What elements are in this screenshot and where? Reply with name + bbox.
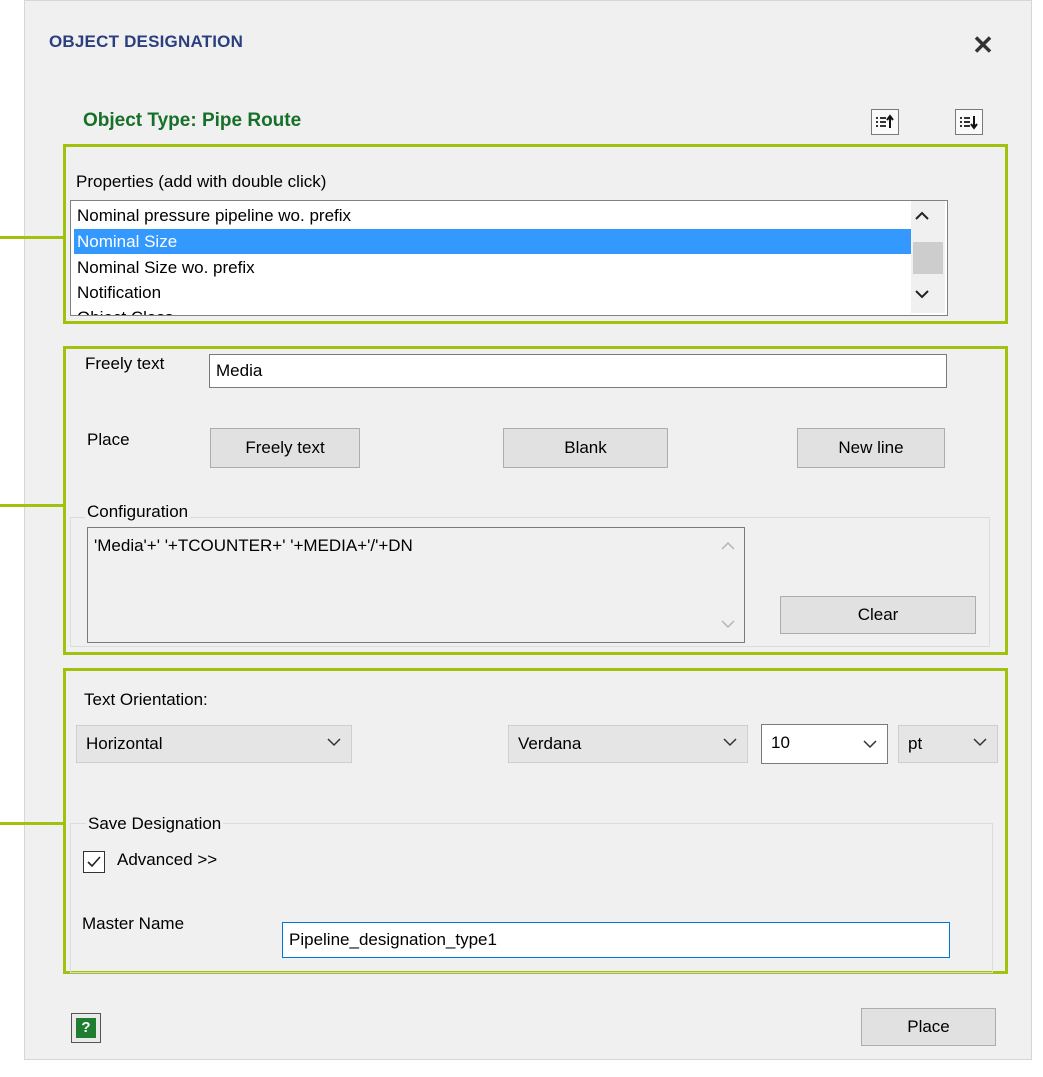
sort-down-button[interactable] [955, 109, 983, 135]
config-scroll-down-icon[interactable] [721, 618, 735, 632]
sort-ascending-icon [876, 114, 894, 128]
chevron-down-icon [327, 738, 341, 747]
list-item[interactable]: Object Class [74, 305, 913, 315]
help-button[interactable]: ? [71, 1013, 101, 1043]
checkmark-icon [87, 856, 101, 868]
configuration-label: Configuration [85, 502, 191, 522]
callout-line-3 [0, 822, 63, 825]
chevron-down-icon [973, 738, 987, 747]
freely-text-input[interactable]: Media [209, 354, 947, 388]
place-label: Place [87, 430, 130, 449]
chevron-down-icon [863, 740, 877, 749]
font-select[interactable]: Verdana [508, 725, 748, 763]
font-select-value: Verdana [518, 734, 582, 753]
properties-label: Properties (add with double click) [76, 172, 327, 191]
list-item[interactable]: Nominal pressure pipeline wo. prefix [74, 203, 913, 228]
place-new-line-button[interactable]: New line [797, 428, 945, 468]
close-icon[interactable]: ✕ [966, 30, 1000, 60]
place-button[interactable]: Place [861, 1008, 996, 1046]
master-name-input[interactable]: Pipeline_designation_type1 [282, 922, 950, 958]
scrollbar-thumb[interactable] [913, 242, 943, 274]
freely-text-label: Freely text [85, 354, 165, 373]
font-size-select[interactable]: 10 [761, 724, 888, 764]
sort-descending-icon [960, 116, 978, 130]
sort-up-button[interactable] [871, 109, 899, 135]
advanced-label[interactable]: Advanced >> [117, 850, 217, 870]
list-item-selected[interactable]: Nominal Size [74, 229, 913, 254]
place-blank-button[interactable]: Blank [503, 428, 668, 468]
unit-select-value: pt [908, 734, 923, 753]
orientation-select[interactable]: Horizontal [76, 725, 352, 763]
unit-select[interactable]: pt [898, 725, 998, 763]
callout-line-2 [0, 504, 63, 507]
advanced-checkbox[interactable] [83, 851, 105, 873]
list-item[interactable]: Nominal Size wo. prefix [74, 255, 913, 280]
object-type-label: Object Type: Pipe Route [83, 110, 302, 131]
clear-button[interactable]: Clear [780, 596, 976, 634]
dialog-title: OBJECT DESIGNATION [49, 32, 244, 51]
callout-line-1 [0, 236, 63, 239]
list-item[interactable]: Notification [74, 280, 913, 305]
save-designation-label: Save Designation [86, 814, 224, 834]
font-size-value: 10 [771, 733, 790, 752]
config-scroll-up-icon[interactable] [721, 540, 735, 554]
orientation-select-value: Horizontal [86, 734, 163, 753]
text-orientation-label: Text Orientation: [84, 690, 208, 709]
master-name-label: Master Name [82, 914, 185, 933]
scroll-down-icon[interactable] [915, 286, 929, 302]
properties-list[interactable]: Nominal pressure pipeline wo. prefix Nom… [70, 200, 948, 316]
help-icon: ? [76, 1018, 96, 1038]
place-freely-text-button[interactable]: Freely text [210, 428, 360, 468]
scroll-up-icon[interactable] [915, 208, 929, 224]
chevron-down-icon [723, 738, 737, 747]
configuration-textarea[interactable]: 'Media'+' '+TCOUNTER+' '+MEDIA+'/'+DN [87, 527, 745, 643]
